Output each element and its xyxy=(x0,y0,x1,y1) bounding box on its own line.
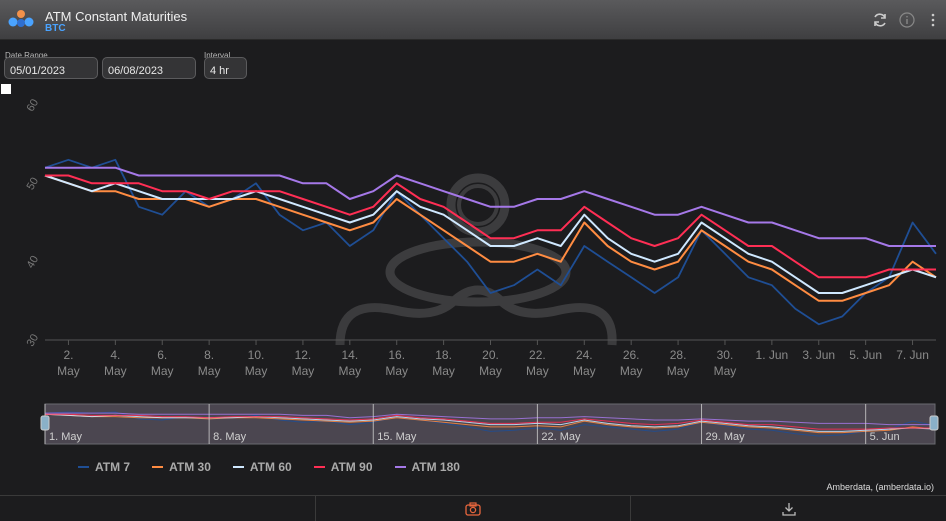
legend-item-atm-90[interactable]: ATM 90 xyxy=(313,460,373,474)
x-tick-label: May xyxy=(198,364,221,378)
x-tick-label: 1. Jun xyxy=(756,348,789,362)
footer-bar xyxy=(0,495,946,521)
x-tick-label: 22. xyxy=(529,348,546,362)
x-tick-label: May xyxy=(245,364,268,378)
navigator[interactable]: 1. May 8. May 15. May 22. May 29. May 5. Jun xyxy=(0,400,946,450)
x-tick-label: 7. Jun xyxy=(896,348,929,362)
x-tick-label: 12. xyxy=(295,348,312,362)
x-tick-label: May xyxy=(57,364,80,378)
x-tick-label: 2. xyxy=(63,348,73,362)
navigator-background xyxy=(44,403,936,445)
x-tick-label: 14. xyxy=(341,348,358,362)
amberdata-watermark-icon xyxy=(335,173,617,346)
y-tick-label: 50 xyxy=(25,176,42,193)
navigator-label: 29. May xyxy=(706,431,746,443)
x-tick-label: 5. Jun xyxy=(849,348,882,362)
x-tick-label: May xyxy=(573,364,596,378)
legend-label: ATM 60 xyxy=(249,460,292,474)
navigator-label: 8. May xyxy=(213,431,247,443)
main-chart: 30 40 50 60 2. May 4. May 6. May 8. May 10. May 12. Ma… xyxy=(25,97,937,378)
navigator-label: 22. May xyxy=(541,431,581,443)
legend-label: ATM 90 xyxy=(330,460,373,474)
y-tick-label: 60 xyxy=(25,97,42,114)
camera-icon xyxy=(465,501,481,516)
y-axis: 30 40 50 60 xyxy=(25,97,42,349)
legend-label: ATM 180 xyxy=(411,460,460,474)
x-tick-label: May xyxy=(385,364,408,378)
x-tick-label: May xyxy=(338,364,361,378)
x-tick-label: 20. xyxy=(482,348,499,362)
x-tick-label: 18. xyxy=(435,348,452,362)
x-tick-label: 16. xyxy=(388,348,405,362)
x-tick-label: 3. Jun xyxy=(802,348,835,362)
download-button[interactable] xyxy=(631,496,946,521)
y-tick-label: 30 xyxy=(25,332,42,349)
x-tick-label: 28. xyxy=(670,348,687,362)
screenshot-button[interactable] xyxy=(316,496,632,521)
legend-item-atm-7[interactable]: ATM 7 xyxy=(78,460,130,474)
navigator-label: 1. May xyxy=(49,431,83,443)
x-tick-label: 24. xyxy=(576,348,593,362)
x-tick-label: May xyxy=(292,364,315,378)
x-tick-label: May xyxy=(479,364,502,378)
legend-label: ATM 7 xyxy=(95,460,131,474)
x-tick-label: 6. xyxy=(157,348,167,362)
x-tick-label: May xyxy=(714,364,737,378)
footer-cell-left xyxy=(0,496,316,521)
x-tick-label: May xyxy=(620,364,643,378)
download-icon xyxy=(782,502,796,516)
legend-item-atm-180[interactable]: ATM 180 xyxy=(394,460,460,474)
navigator-label: 15. May xyxy=(377,431,417,443)
x-tick-label: 4. xyxy=(110,348,120,362)
x-tick-label: 30. xyxy=(717,348,734,362)
x-tick-label: May xyxy=(526,364,549,378)
legend-label: ATM 30 xyxy=(169,460,211,474)
navigator-handle-left[interactable] xyxy=(40,415,50,431)
navigator-label: 5. Jun xyxy=(870,431,900,443)
navigator-handle-right[interactable] xyxy=(929,415,939,431)
y-tick-label: 40 xyxy=(25,254,42,271)
x-tick-label: May xyxy=(104,364,127,378)
x-tick-label: 8. xyxy=(204,348,214,362)
chart-legend: ATM 7 ATM 30 ATM 60 ATM 90 ATM 180 xyxy=(78,460,460,474)
x-tick-label: May xyxy=(667,364,690,378)
legend-item-atm-30[interactable]: ATM 30 xyxy=(152,460,211,474)
x-tick-label: May xyxy=(151,364,174,378)
x-tick-label: 10. xyxy=(248,348,265,362)
legend-item-atm-60[interactable]: ATM 60 xyxy=(232,460,292,474)
x-tick-label: May xyxy=(432,364,455,378)
x-axis: 2. May 4. May 6. May 8. May 10. May 12. May 14. May 16… xyxy=(57,340,929,378)
credit-text: Amberdata, (amberdata.io) xyxy=(826,482,934,492)
x-tick-label: 26. xyxy=(623,348,640,362)
